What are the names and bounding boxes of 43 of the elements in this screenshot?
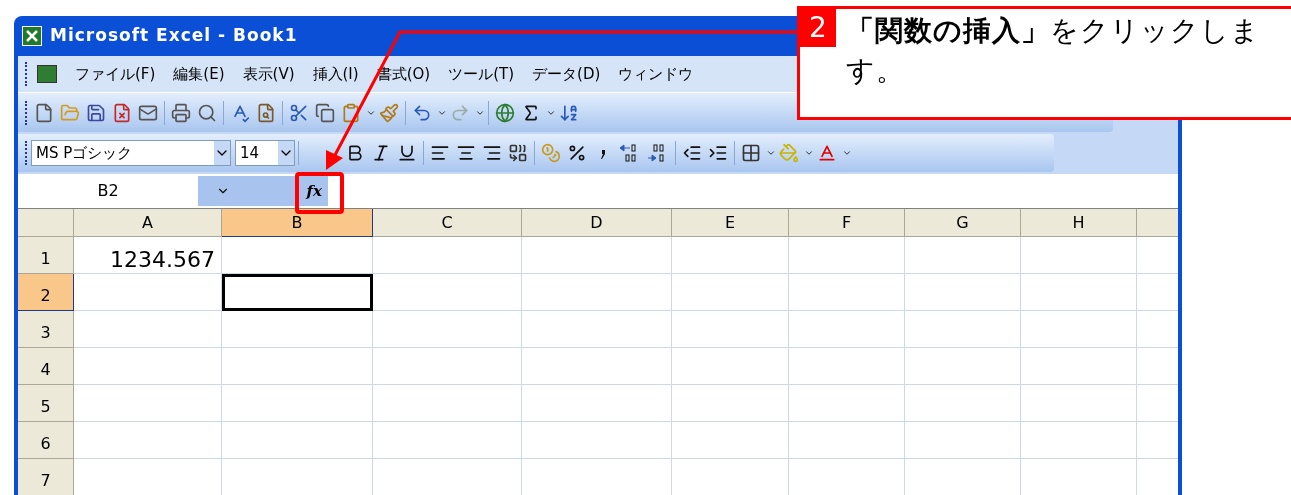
instruction-text: 「関数の挿入」をクリックします。: [844, 13, 1261, 89]
menu-item[interactable]: 編集(E): [173, 62, 225, 86]
row-header[interactable]: 7: [18, 459, 74, 495]
column-header[interactable]: C: [373, 209, 522, 237]
select-all-corner[interactable]: [18, 209, 74, 237]
toolbar-grip-icon[interactable]: [25, 62, 28, 86]
caret-icon[interactable]: [766, 148, 776, 158]
column-header[interactable]: A: [74, 209, 222, 237]
table-cell[interactable]: 1234.567: [74, 237, 222, 274]
insert-function-button[interactable]: fx: [248, 176, 328, 206]
caret-icon[interactable]: [278, 141, 294, 165]
workbook-icon[interactable]: [37, 65, 57, 83]
menu-item[interactable]: ツール(T): [448, 62, 515, 86]
row-header[interactable]: 2: [18, 274, 74, 311]
menu-item[interactable]: 挿入(I): [312, 62, 359, 86]
caret-icon[interactable]: [804, 148, 814, 158]
excel-logo-icon: [22, 26, 42, 46]
menu-item[interactable]: ファイル(F): [75, 62, 156, 86]
caret-icon[interactable]: [842, 148, 852, 158]
toolbar-grip-icon[interactable]: [25, 141, 28, 165]
font-dropdown[interactable]: MS Pゴシック: [31, 140, 231, 166]
caret-icon[interactable]: [214, 141, 230, 165]
menu-item[interactable]: ウィンドウ: [618, 62, 694, 86]
row-header[interactable]: 1: [18, 237, 74, 274]
font-size-dropdown[interactable]: 14: [235, 140, 295, 166]
column-header[interactable]: [1137, 209, 1178, 237]
menu-item[interactable]: 表示(V): [242, 62, 295, 86]
column-header[interactable]: E: [672, 209, 789, 237]
window-title: Microsoft Excel - Book1: [50, 24, 298, 48]
column-header[interactable]: G: [905, 209, 1021, 237]
highlight-frame: [295, 172, 344, 214]
row-header[interactable]: 3: [18, 311, 74, 348]
menu-item[interactable]: データ(D): [532, 62, 601, 86]
row-header[interactable]: 5: [18, 385, 74, 422]
column-header[interactable]: H: [1021, 209, 1137, 237]
table-cell[interactable]: [222, 274, 373, 311]
step-number: 2: [800, 9, 836, 47]
column-header[interactable]: F: [789, 209, 905, 237]
toolbar-grip-icon[interactable]: [25, 100, 28, 125]
column-header[interactable]: B: [222, 209, 373, 237]
column-header[interactable]: D: [522, 209, 672, 237]
row-header[interactable]: 6: [18, 422, 74, 459]
row-header[interactable]: 4: [18, 348, 74, 385]
